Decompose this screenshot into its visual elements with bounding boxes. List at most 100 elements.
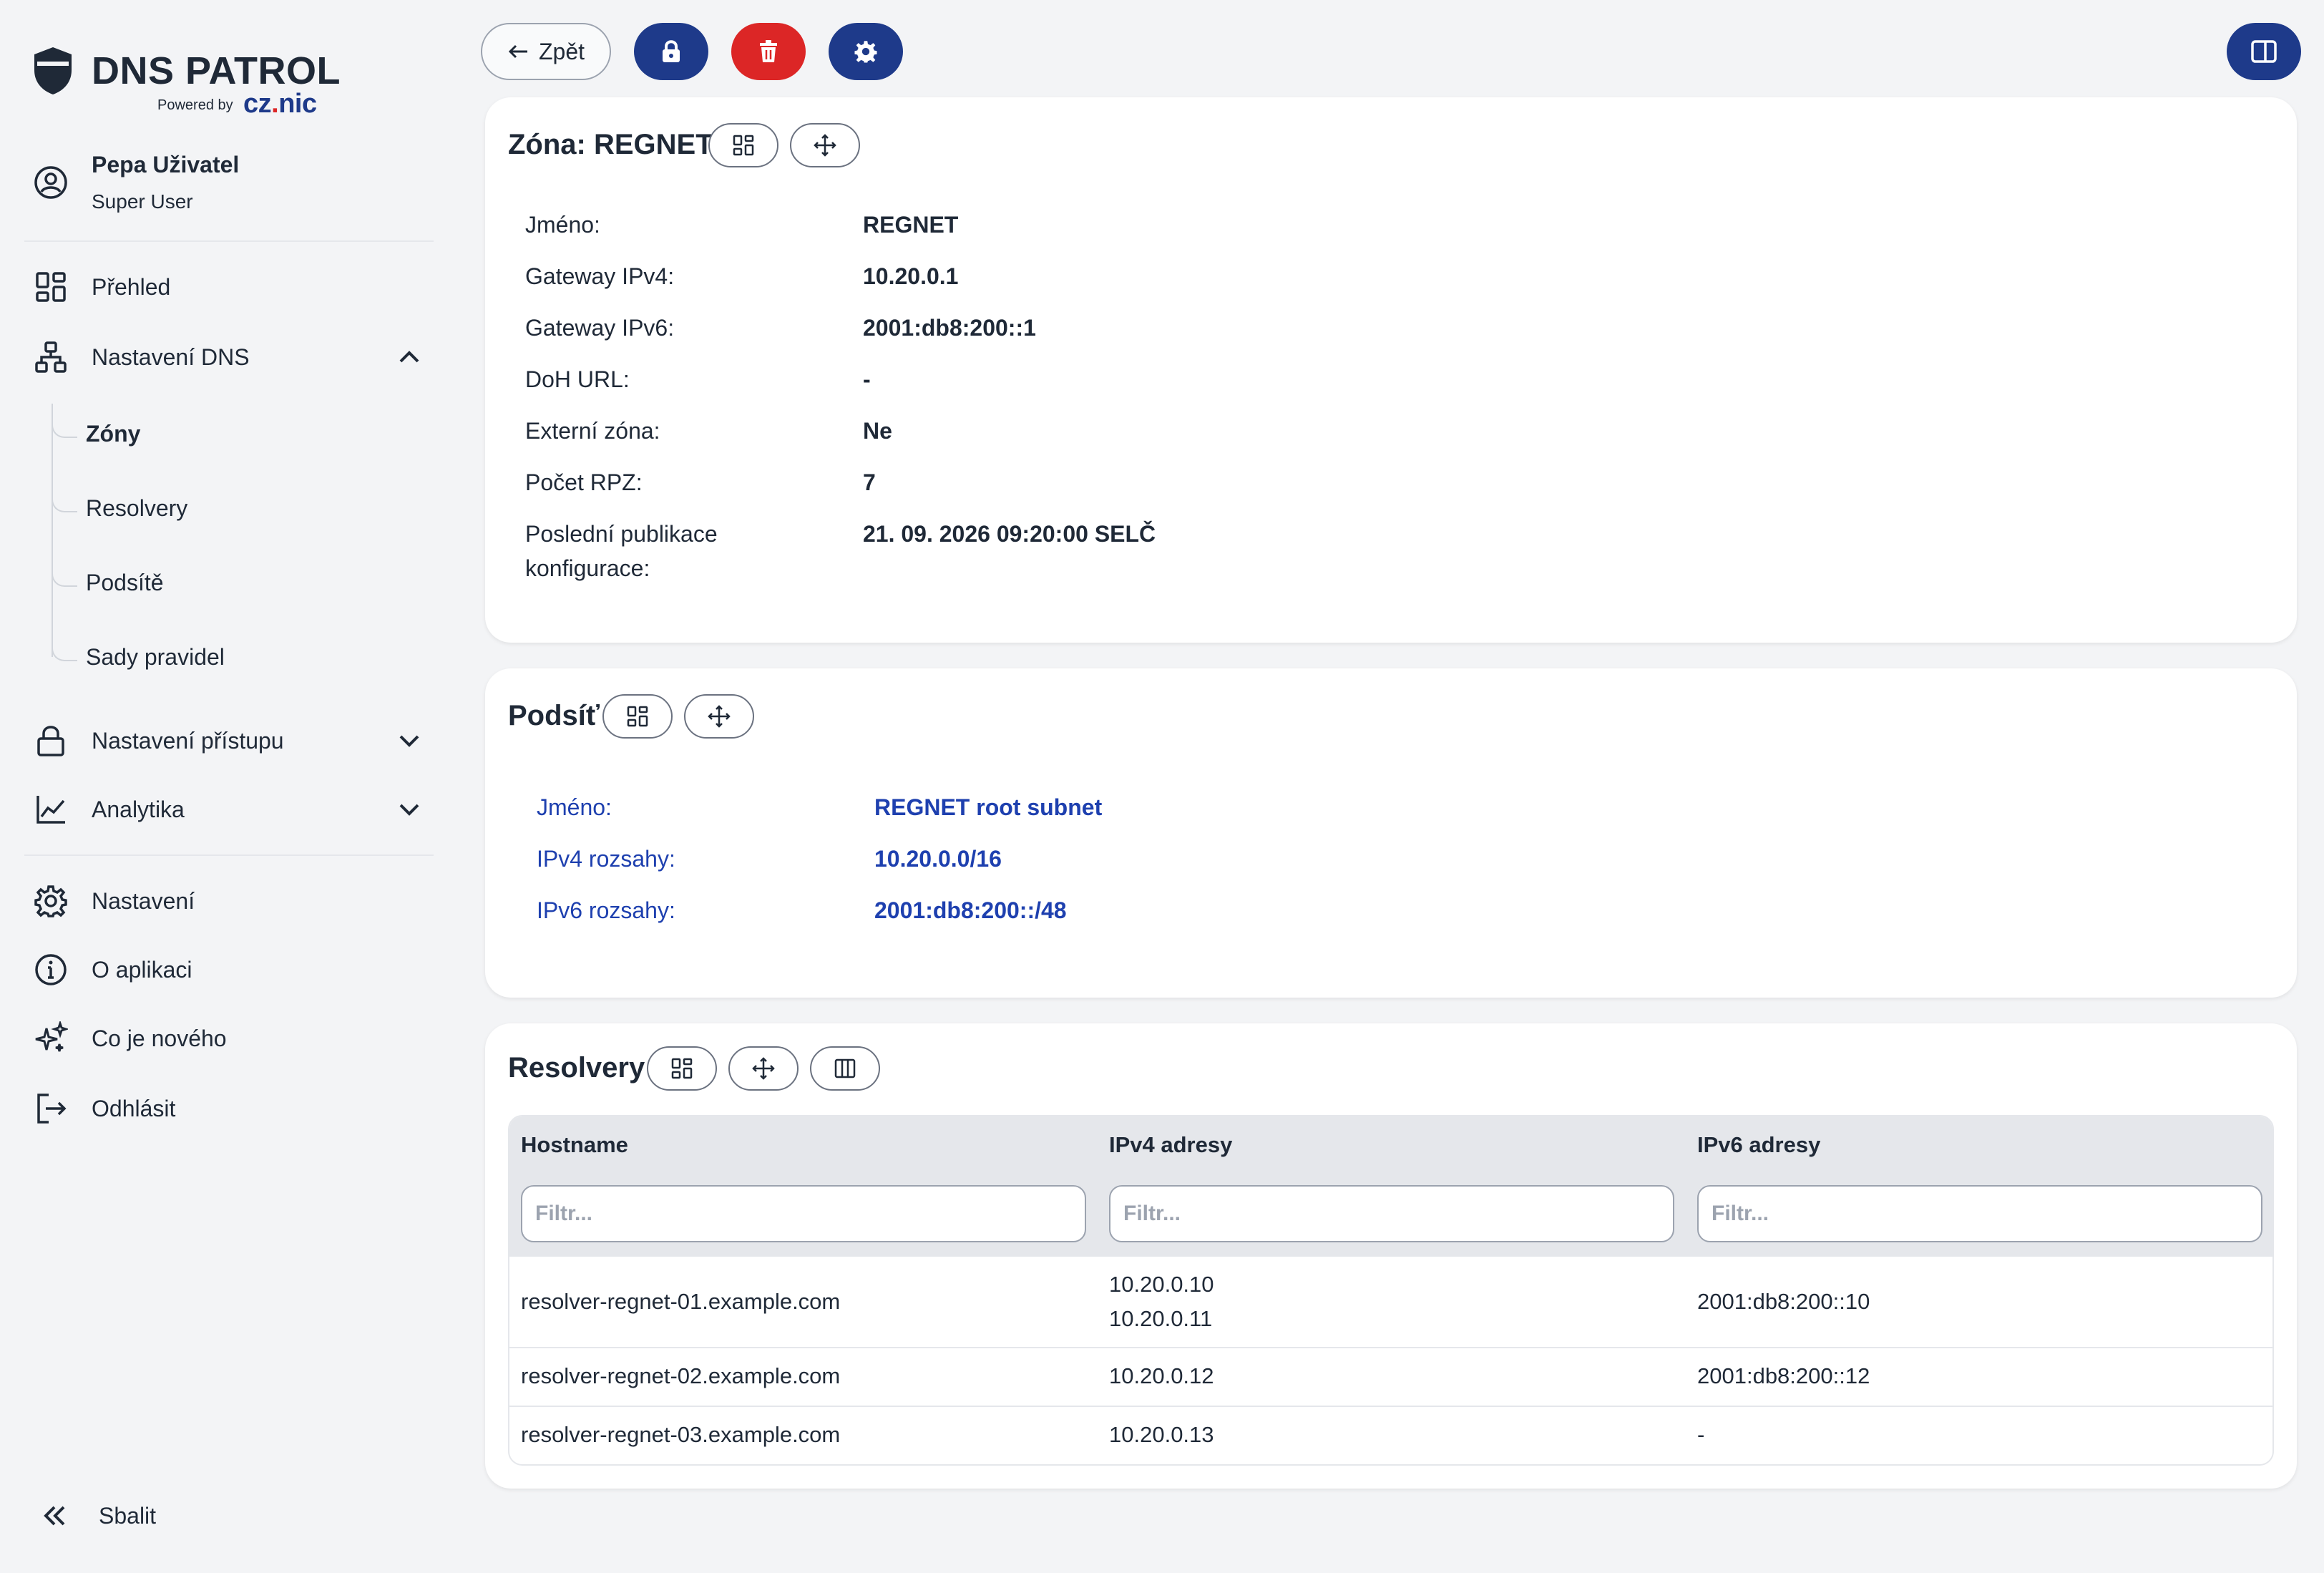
- zone-gateway-ipv6-value: 2001:db8:200::1: [863, 315, 1036, 341]
- move-icon: [814, 134, 836, 157]
- zone-last-publish-label-line2: konfigurace:: [525, 555, 650, 581]
- sidebar-collapse-button[interactable]: Sbalit: [40, 1494, 156, 1537]
- subnet-move-button[interactable]: [684, 694, 754, 739]
- sidebar-item-about[interactable]: O aplikaci: [33, 945, 434, 995]
- app-logo[interactable]: DNS PATROL Powered by cz.nic: [33, 44, 362, 123]
- sidebar-subitem-rule-sets[interactable]: Sady pravidel: [86, 644, 225, 671]
- zone-card: Zóna: REGNET Jméno: REGNET Gateway IPv4:…: [485, 97, 2297, 643]
- subnet-ipv4-label: IPv4 rozsahy:: [537, 846, 675, 872]
- chevron-down-icon: [399, 735, 419, 747]
- sidebar-subitem-resolvers[interactable]: Resolvery: [86, 495, 187, 522]
- zone-gateway-ipv4-value: 10.20.0.1: [863, 263, 959, 289]
- hostname-filter-input[interactable]: [521, 1185, 1086, 1242]
- sidebar-item-whats-new[interactable]: Co je nového: [33, 1013, 434, 1063]
- shield-icon: [34, 47, 72, 94]
- sidebar-divider: [24, 240, 434, 242]
- tree-branch: [52, 491, 77, 512]
- double-chevron-left-icon: [44, 1506, 65, 1526]
- resolvers-card: Resolvery Hostname IPv4 adresy IPv6 adre…: [485, 1023, 2297, 1489]
- sparkles-icon: [33, 1021, 69, 1056]
- chart-icon: [33, 792, 69, 827]
- resolvers-columns-button[interactable]: [810, 1046, 880, 1091]
- back-button[interactable]: Zpět: [481, 23, 611, 80]
- zone-move-button[interactable]: [790, 123, 860, 167]
- ipv6-filter-input[interactable]: [1697, 1185, 2262, 1242]
- tree-branch: [52, 417, 77, 438]
- cell-ipv4: 10.20.0.12: [1109, 1363, 1214, 1388]
- sidebar-item-settings[interactable]: Nastavení: [33, 876, 434, 926]
- move-icon: [708, 705, 731, 728]
- trash-icon: [760, 40, 777, 62]
- chevron-down-icon: [399, 804, 419, 816]
- sidebar-item-overview[interactable]: Přehled: [33, 262, 434, 312]
- settings-button[interactable]: [829, 23, 903, 80]
- logout-icon: [33, 1091, 69, 1126]
- gear-icon: [854, 41, 877, 63]
- column-header-hostname[interactable]: Hostname: [521, 1132, 628, 1158]
- resolvers-title: Resolvery: [508, 1052, 645, 1083]
- delete-button[interactable]: [731, 23, 806, 80]
- zone-title: Zóna: REGNET: [508, 129, 713, 160]
- cell-ipv4: 10.20.0.11: [1109, 1306, 1213, 1331]
- subnet-ipv4-link[interactable]: 10.20.0.0/16: [874, 842, 1002, 876]
- zone-external-value: Ne: [863, 418, 892, 444]
- zone-name-value: REGNET: [863, 212, 959, 238]
- sidebar-subitem-zones[interactable]: Zóny: [86, 421, 140, 447]
- columns-icon: [834, 1058, 856, 1078]
- subnet-ipv6-label: IPv6 rozsahy:: [537, 897, 675, 923]
- cell-hostname: resolver-regnet-02.example.com: [521, 1363, 841, 1388]
- user-profile[interactable]: Pepa Uživatel Super User: [33, 147, 434, 226]
- grid-icon: [733, 135, 754, 156]
- grid-icon: [627, 706, 648, 727]
- zone-layout-button[interactable]: [708, 123, 778, 167]
- subnet-card: Podsíť Jméno: REGNET root subnet IPv4 ro…: [485, 668, 2297, 998]
- table-row[interactable]: resolver-regnet-01.example.com 10.20.0.1…: [509, 1257, 2272, 1348]
- sidebar-item-label: Analytika: [92, 796, 185, 822]
- sidebar-item-analytics[interactable]: Analytika: [33, 784, 434, 834]
- table-row[interactable]: resolver-regnet-02.example.com 10.20.0.1…: [509, 1348, 2272, 1407]
- tree-branch: [52, 565, 77, 587]
- column-header-ipv4[interactable]: IPv4 adresy: [1109, 1132, 1232, 1158]
- subnet-layout-button[interactable]: [602, 694, 673, 739]
- cell-ipv4: 10.20.0.13: [1109, 1422, 1214, 1447]
- zone-gateway-ipv4-label: Gateway IPv4:: [525, 263, 675, 289]
- user-name: Pepa Uživatel: [92, 152, 240, 177]
- zone-rpz-count-value: 7: [863, 469, 876, 495]
- gear-icon: [33, 883, 69, 919]
- zone-doh-url-label: DoH URL:: [525, 366, 630, 392]
- grid-icon: [671, 1058, 693, 1079]
- logo-brand-a: cz: [243, 89, 272, 119]
- zone-doh-url-value: -: [863, 366, 871, 392]
- sidebar-item-dns-settings[interactable]: Nastavení DNS: [33, 332, 434, 382]
- cell-ipv6: 2001:db8:200::12: [1697, 1363, 1870, 1388]
- sidebar: DNS PATROL Powered by cz.nic Pepa Uživat…: [0, 0, 458, 1573]
- sidebar-item-label: Přehled: [92, 273, 171, 300]
- zone-gateway-ipv6-label: Gateway IPv6:: [525, 315, 675, 341]
- cell-hostname: resolver-regnet-01.example.com: [521, 1289, 841, 1314]
- info-icon: [33, 952, 69, 988]
- user-circle-icon: [34, 166, 67, 199]
- subnet-ipv6-link[interactable]: 2001:db8:200::/48: [874, 893, 1067, 927]
- sidebar-item-label: O aplikaci: [92, 956, 192, 983]
- table-row[interactable]: resolver-regnet-03.example.com 10.20.0.1…: [509, 1407, 2272, 1464]
- logo-brand-dot: .: [271, 89, 279, 119]
- sidebar-subitem-subnets[interactable]: Podsítě: [86, 570, 164, 596]
- collapse-label: Sbalit: [99, 1502, 157, 1529]
- sidebar-divider: [24, 854, 434, 856]
- cell-ipv6: 2001:db8:200::10: [1697, 1289, 1870, 1314]
- sidebar-item-label: Nastavení: [92, 887, 195, 914]
- ipv4-filter-input[interactable]: [1109, 1185, 1674, 1242]
- subnet-name-link[interactable]: REGNET root subnet: [874, 790, 1102, 824]
- logo-powered-by: Powered by: [157, 97, 233, 113]
- sidebar-item-logout[interactable]: Odhlásit: [33, 1083, 434, 1134]
- resolvers-move-button[interactable]: [728, 1046, 799, 1091]
- resolvers-layout-button[interactable]: [647, 1046, 717, 1091]
- column-header-ipv6[interactable]: IPv6 adresy: [1697, 1132, 1820, 1158]
- toggle-panel-button[interactable]: [2227, 23, 2301, 80]
- zone-rpz-count-label: Počet RPZ:: [525, 469, 643, 495]
- subnet-name-label: Jméno:: [537, 794, 612, 820]
- zone-last-publish-label-line1: Poslední publikace: [525, 521, 718, 547]
- sidebar-item-label: Nastavení přístupu: [92, 727, 284, 754]
- sidebar-item-access-settings[interactable]: Nastavení přístupu: [33, 716, 434, 766]
- lock-button[interactable]: [634, 23, 708, 80]
